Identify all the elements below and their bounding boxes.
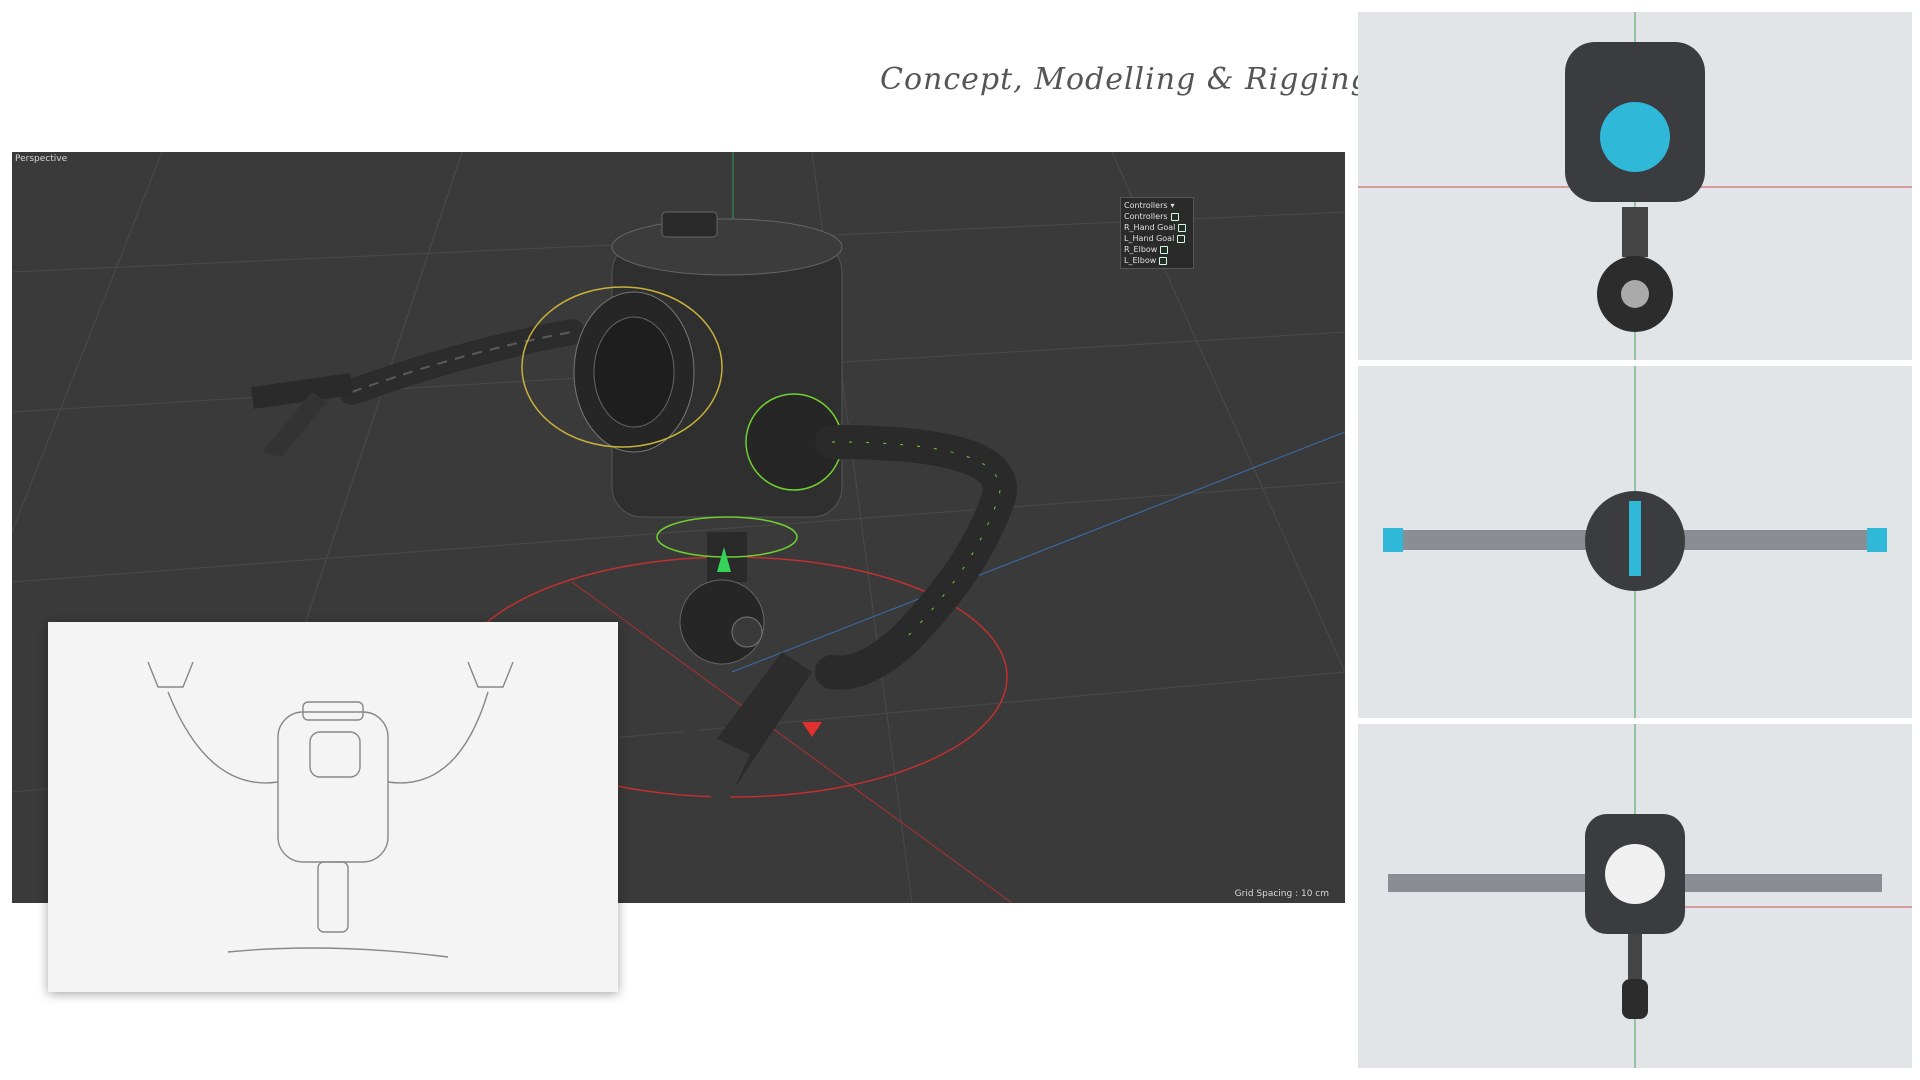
page-title: Concept, Modelling & Rigging [880, 62, 1371, 97]
controller-item-label: R_Hand Goal [1124, 223, 1176, 232]
grid-spacing-readout: Grid Spacing : 10 cm [1234, 889, 1329, 899]
lock-icon [1170, 212, 1179, 221]
right-arm [815, 425, 1017, 690]
lock-icon [1159, 256, 1168, 265]
sketch-drawing [147, 661, 514, 958]
controller-item-label: R_Elbow [1124, 245, 1158, 254]
ortho-view-side[interactable] [1358, 724, 1912, 1068]
left-arm [339, 319, 585, 405]
chevron-down-icon: ▾ [1170, 201, 1175, 210]
viewport-label: Perspective [15, 154, 68, 164]
controllers-panel[interactable]: Controllers ▾ Controllers R_Hand Goal L_… [1120, 197, 1194, 269]
controllers-header-label: Controllers [1124, 201, 1168, 210]
controller-item[interactable]: R_Elbow [1124, 244, 1190, 255]
ortho-view-front[interactable] [1358, 366, 1912, 718]
controller-item-label: L_Hand Goal [1124, 234, 1175, 243]
controller-item[interactable]: R_Hand Goal [1124, 222, 1190, 233]
controller-item-label: L_Elbow [1124, 256, 1157, 265]
ortho-view-front-drawing [1383, 366, 1887, 718]
axis-x [571, 581, 1013, 903]
ortho-view-side-drawing [1388, 724, 1912, 1068]
controller-item[interactable]: Controllers [1124, 211, 1190, 222]
concept-sketch [48, 622, 618, 992]
controller-item-label: Controllers [1124, 212, 1168, 221]
controller-item[interactable]: L_Elbow [1124, 255, 1190, 266]
lock-icon [1178, 223, 1187, 232]
ortho-view-top-drawing [1358, 12, 1912, 360]
controller-item[interactable]: L_Hand Goal [1124, 233, 1190, 244]
lock-icon [1160, 245, 1169, 254]
controllers-panel-header[interactable]: Controllers ▾ [1124, 200, 1190, 211]
ortho-view-top[interactable] [1358, 12, 1912, 360]
lock-icon [1177, 234, 1186, 243]
